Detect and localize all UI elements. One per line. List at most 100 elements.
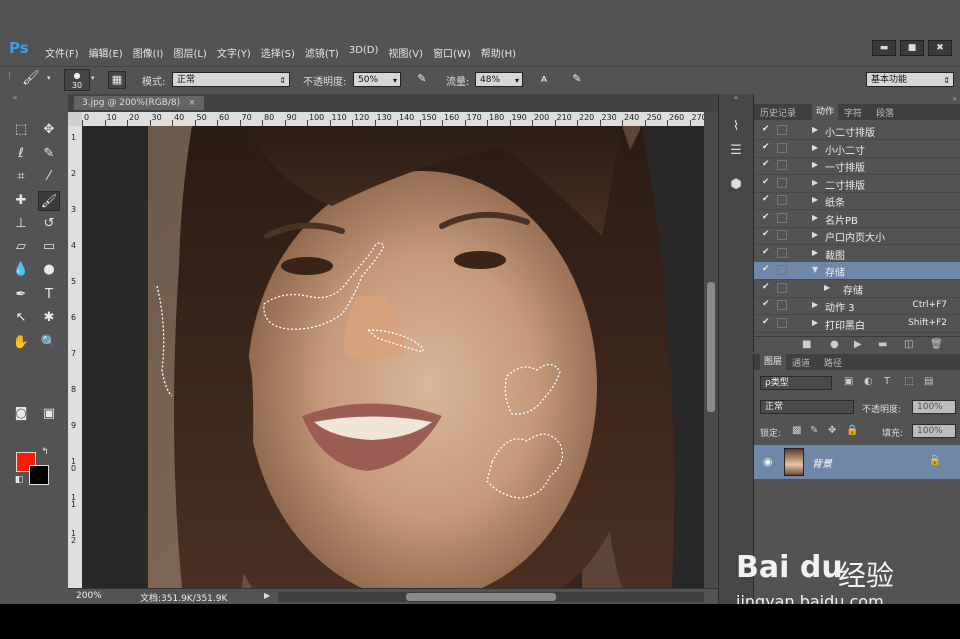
- check-icon[interactable]: ✔: [762, 317, 770, 327]
- check-icon[interactable]: ✔: [762, 264, 770, 274]
- chevron-down-icon[interactable]: ▾: [47, 74, 51, 82]
- tab-2[interactable]: 字符: [844, 106, 862, 119]
- check-icon[interactable]: ✔: [762, 299, 770, 309]
- collapsed-triangle-icon[interactable]: ▶: [824, 283, 830, 292]
- collapsed-triangle-icon[interactable]: ▶: [812, 213, 818, 222]
- type-tool-icon[interactable]: T: [38, 285, 60, 305]
- custom-shape-tool-icon[interactable]: ✱: [38, 308, 60, 328]
- move-tool-icon[interactable]: ✥: [38, 120, 60, 140]
- blend-mode-select[interactable]: 正常: [760, 400, 854, 414]
- filter-type-icon[interactable]: T: [884, 376, 890, 387]
- collapsed-triangle-icon[interactable]: ▶: [812, 248, 818, 257]
- dialog-toggle-box[interactable]: [777, 247, 787, 258]
- check-icon[interactable]: ✔: [762, 142, 770, 152]
- filter-adjustment-icon[interactable]: ◐: [864, 376, 873, 387]
- workspace-select[interactable]: 基本功能 ⇕: [866, 72, 954, 87]
- airbrush-icon[interactable]: ᴀ: [535, 71, 553, 89]
- menu-item[interactable]: 窗口(W): [433, 45, 471, 60]
- eyedropper-tool-icon[interactable]: ⁄: [38, 167, 60, 187]
- collapse-icon[interactable]: «: [4, 93, 26, 103]
- hand-tool-icon[interactable]: ✋: [10, 333, 32, 353]
- expanded-triangle-icon[interactable]: ▼: [812, 265, 818, 274]
- collapsed-triangle-icon[interactable]: ▶: [812, 195, 818, 204]
- vertical-scroll-thumb[interactable]: [707, 282, 715, 412]
- mode-select[interactable]: 正常 ⇕: [172, 72, 290, 87]
- check-icon[interactable]: ✔: [762, 194, 770, 204]
- check-icon[interactable]: ✔: [762, 159, 770, 169]
- menu-item[interactable]: 文字(Y): [217, 45, 251, 60]
- layer-row[interactable]: ◉ 背景 🔒: [754, 445, 960, 479]
- menu-item[interactable]: 帮助(H): [481, 45, 516, 60]
- menu-item[interactable]: 选择(S): [261, 45, 295, 60]
- dialog-toggle-box[interactable]: [777, 142, 787, 153]
- filter-image-icon[interactable]: ▣: [844, 376, 853, 387]
- action-row[interactable]: ✔ ▶ 户口内页大小: [754, 227, 960, 245]
- new-action-icon[interactable]: ◫: [904, 339, 913, 350]
- vertical-scrollbar[interactable]: [704, 112, 718, 588]
- swap-colors-icon[interactable]: ↰: [38, 446, 52, 458]
- quick-mask-icon[interactable]: ◙: [10, 404, 32, 424]
- 3d-cube-icon[interactable]: ⬢: [725, 176, 747, 194]
- check-icon[interactable]: ✔: [762, 124, 770, 134]
- tab-1[interactable]: 动作: [812, 104, 839, 120]
- crop-tool-icon[interactable]: ⌗: [10, 167, 32, 187]
- collapsed-triangle-icon[interactable]: ▶: [812, 318, 818, 327]
- action-row[interactable]: ✔ ▶ 小二寸排版: [754, 122, 960, 140]
- blur-tool-icon[interactable]: 💧: [10, 260, 32, 280]
- lock-pixels-icon[interactable]: ✎: [810, 425, 818, 436]
- minimize-button[interactable]: ▬: [872, 40, 896, 56]
- brush-presets-icon[interactable]: ⌇: [725, 118, 747, 136]
- collapse-icon[interactable]: «: [725, 93, 747, 103]
- fill-input[interactable]: 100%: [912, 424, 956, 438]
- restore-button[interactable]: ■: [900, 40, 924, 56]
- check-icon[interactable]: ✔: [762, 282, 770, 292]
- dodge-tool-icon[interactable]: ●: [38, 260, 60, 280]
- tab-0[interactable]: 历史记录: [760, 106, 796, 119]
- layer-opacity-input[interactable]: 100%: [912, 400, 956, 414]
- brush-tool-icon[interactable]: 🖌: [38, 191, 60, 211]
- layers-tab-1[interactable]: 通道: [792, 356, 810, 369]
- quick-selection-tool-icon[interactable]: ✎: [38, 144, 60, 164]
- clone-stamp-tool-icon[interactable]: ⊥: [10, 214, 32, 234]
- brush-preset-picker[interactable]: ● 30: [64, 69, 90, 91]
- dialog-toggle-box[interactable]: [777, 300, 787, 310]
- close-button[interactable]: ✖: [928, 40, 952, 56]
- dialog-toggle-box[interactable]: [777, 195, 787, 205]
- collapsed-triangle-icon[interactable]: ▶: [812, 178, 818, 187]
- check-icon[interactable]: ✔: [762, 177, 770, 187]
- tab-3[interactable]: 段落: [876, 106, 894, 119]
- healing-brush-tool-icon[interactable]: ✚: [10, 191, 32, 211]
- dialog-toggle-box[interactable]: [777, 317, 787, 328]
- expand-icon[interactable]: »: [952, 94, 957, 103]
- action-row[interactable]: ✔ ▶ 纸条: [754, 192, 960, 210]
- horizontal-ruler[interactable]: 0 10 20 30 40 50 60 70 80 90 100 110 120 130 140 150 160…: [82, 112, 707, 126]
- action-row[interactable]: ✔ ▼ 存储: [754, 262, 960, 280]
- lock-all-icon[interactable]: 🔒: [846, 425, 858, 436]
- screen-mode-icon[interactable]: ▣: [38, 404, 60, 424]
- document-tab[interactable]: 3.jpg @ 200%(RGB/8) ×: [74, 96, 204, 110]
- horizontal-scrollbar[interactable]: [278, 592, 704, 602]
- vertical-ruler[interactable]: 1 2 3 4 5 6 7 8 9 1 0 1 1 1 2: [68, 126, 82, 588]
- pressure-size-icon[interactable]: ✎: [568, 71, 586, 89]
- action-row[interactable]: ✔ ▶ 打印黑白 Shift+F2: [754, 315, 960, 333]
- menu-item[interactable]: 滤镜(T): [305, 45, 339, 60]
- stop-icon[interactable]: ■: [802, 339, 811, 350]
- dialog-toggle-box[interactable]: [777, 230, 787, 240]
- lock-transparent-icon[interactable]: ▩: [792, 425, 801, 436]
- action-row[interactable]: ✔ ▶ 名片PB: [754, 210, 960, 228]
- path-selection-tool-icon[interactable]: ↖: [10, 308, 32, 328]
- filter-smart-icon[interactable]: ▤: [924, 376, 933, 387]
- layer-filter-select[interactable]: ρ类型: [760, 376, 832, 390]
- layer-name[interactable]: 背景: [812, 455, 832, 470]
- action-row[interactable]: ✔ ▶ 裁图: [754, 245, 960, 263]
- menu-item[interactable]: 图层(L): [173, 45, 206, 60]
- menu-item[interactable]: 视图(V): [388, 45, 423, 60]
- zoom-level[interactable]: 200%: [76, 591, 102, 601]
- brush-tool-icon[interactable]: 🖌: [22, 70, 40, 86]
- menu-item[interactable]: 文件(F): [45, 45, 79, 60]
- opacity-input[interactable]: 50% ▾: [353, 72, 401, 87]
- pen-tool-icon[interactable]: ✒: [10, 285, 32, 305]
- check-icon[interactable]: ✔: [762, 247, 770, 257]
- image-canvas[interactable]: [82, 126, 704, 588]
- gradient-tool-icon[interactable]: ▭: [38, 237, 60, 257]
